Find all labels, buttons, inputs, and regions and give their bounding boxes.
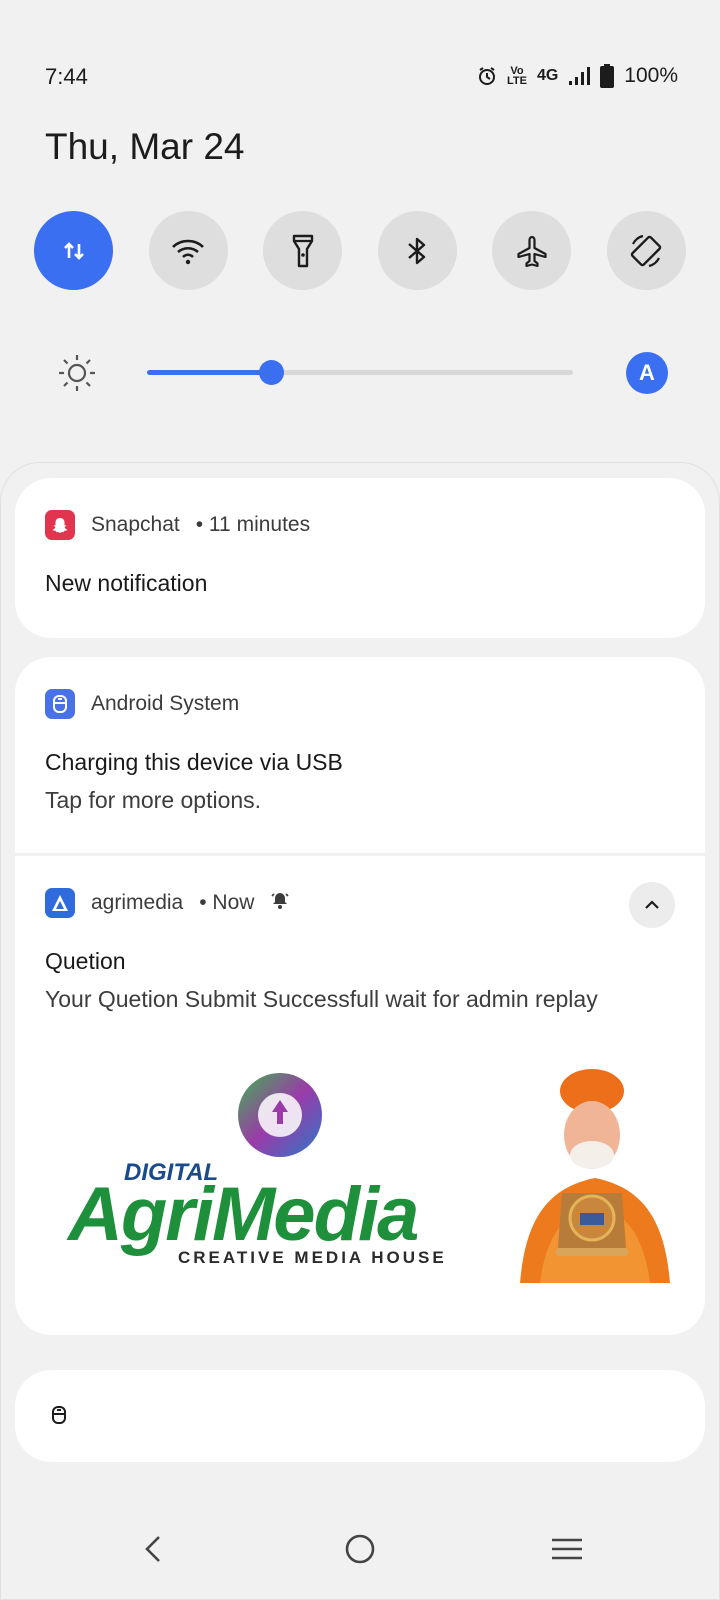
notification-title: Charging this device via USB xyxy=(45,749,343,775)
notification-header: Android System xyxy=(45,689,239,719)
wifi-icon xyxy=(172,239,205,264)
brightness-row: A xyxy=(0,343,720,403)
notification-time: • 11 minutes xyxy=(195,513,311,536)
portrait-photo xyxy=(520,1069,670,1283)
navigation-bar xyxy=(0,1520,720,1600)
flashlight-icon xyxy=(292,234,313,267)
wifi-toggle[interactable] xyxy=(148,211,228,290)
battery-percent: 100% xyxy=(624,64,678,87)
date-label: Thu, Mar 24 xyxy=(45,126,245,167)
quick-settings xyxy=(34,211,686,291)
network-type: 4G xyxy=(536,67,559,84)
flashlight-toggle[interactable] xyxy=(263,211,343,290)
notification-title: Quetion xyxy=(45,948,126,974)
app-name: agrimedia xyxy=(91,891,184,914)
snapchat-ghost-icon xyxy=(45,510,75,540)
signal-icon xyxy=(568,66,591,86)
notification-header: agrimedia • Now xyxy=(45,888,290,918)
agrimedia-logo-image: DIGITAL AgriMedia CREATIVE MEDIA HOUSE xyxy=(66,1073,447,1267)
data-arrows-icon xyxy=(63,241,84,260)
home-icon[interactable] xyxy=(343,1532,377,1571)
alarm-icon xyxy=(477,66,497,86)
menu-icon[interactable] xyxy=(550,1532,584,1571)
app-name: Snapchat xyxy=(91,513,180,536)
notification-header: Snapchat • 11 minutes xyxy=(45,510,310,540)
notification-text: Your Quetion Submit Successfull wait for… xyxy=(45,986,598,1012)
notification-card-snapchat[interactable]: Snapchat • 11 minutes New notification xyxy=(15,478,705,638)
rotate-icon xyxy=(631,234,662,267)
status-bar: 7:44 Vo LTE 4G 100% xyxy=(0,0,720,110)
notification-card-minimized[interactable] xyxy=(15,1370,705,1462)
notification-title: New notification xyxy=(45,570,208,596)
volte-icon: Vo LTE xyxy=(506,65,527,87)
agrimedia-logo-icon xyxy=(45,888,75,918)
chevron-up-icon xyxy=(645,900,659,909)
usb-icon xyxy=(45,689,75,719)
brightness-icon xyxy=(55,351,99,400)
airplane-toggle[interactable] xyxy=(492,211,572,290)
collapse-button[interactable] xyxy=(629,882,675,928)
brightness-thumb[interactable] xyxy=(258,360,284,385)
back-icon[interactable] xyxy=(137,1532,171,1571)
airplane-icon xyxy=(517,235,547,267)
notification-android-system[interactable]: Android System Charging this device via … xyxy=(15,657,705,853)
logo-text-agrimedia: AgriMedia xyxy=(66,1172,418,1257)
brightness-slider[interactable] xyxy=(147,360,573,385)
battery-icon xyxy=(600,64,615,88)
notification-text: Tap for more options. xyxy=(45,787,262,813)
logo-text-tagline: CREATIVE MEDIA HOUSE xyxy=(178,1248,447,1267)
status-icons: Vo LTE 4G 100% xyxy=(477,64,678,88)
mobile-data-toggle[interactable] xyxy=(34,211,113,290)
app-name: Android System xyxy=(91,692,240,715)
brightness-fill xyxy=(147,370,271,375)
bluetooth-icon xyxy=(408,237,426,264)
bluetooth-toggle[interactable] xyxy=(377,211,457,290)
bell-icon xyxy=(270,890,290,916)
status-time: 7:44 xyxy=(45,64,88,89)
auto-brightness-button[interactable]: A xyxy=(626,352,668,394)
usb-icon xyxy=(51,1404,67,1431)
notification-time: • Now xyxy=(199,891,255,914)
auto-rotate-toggle[interactable] xyxy=(606,211,686,290)
